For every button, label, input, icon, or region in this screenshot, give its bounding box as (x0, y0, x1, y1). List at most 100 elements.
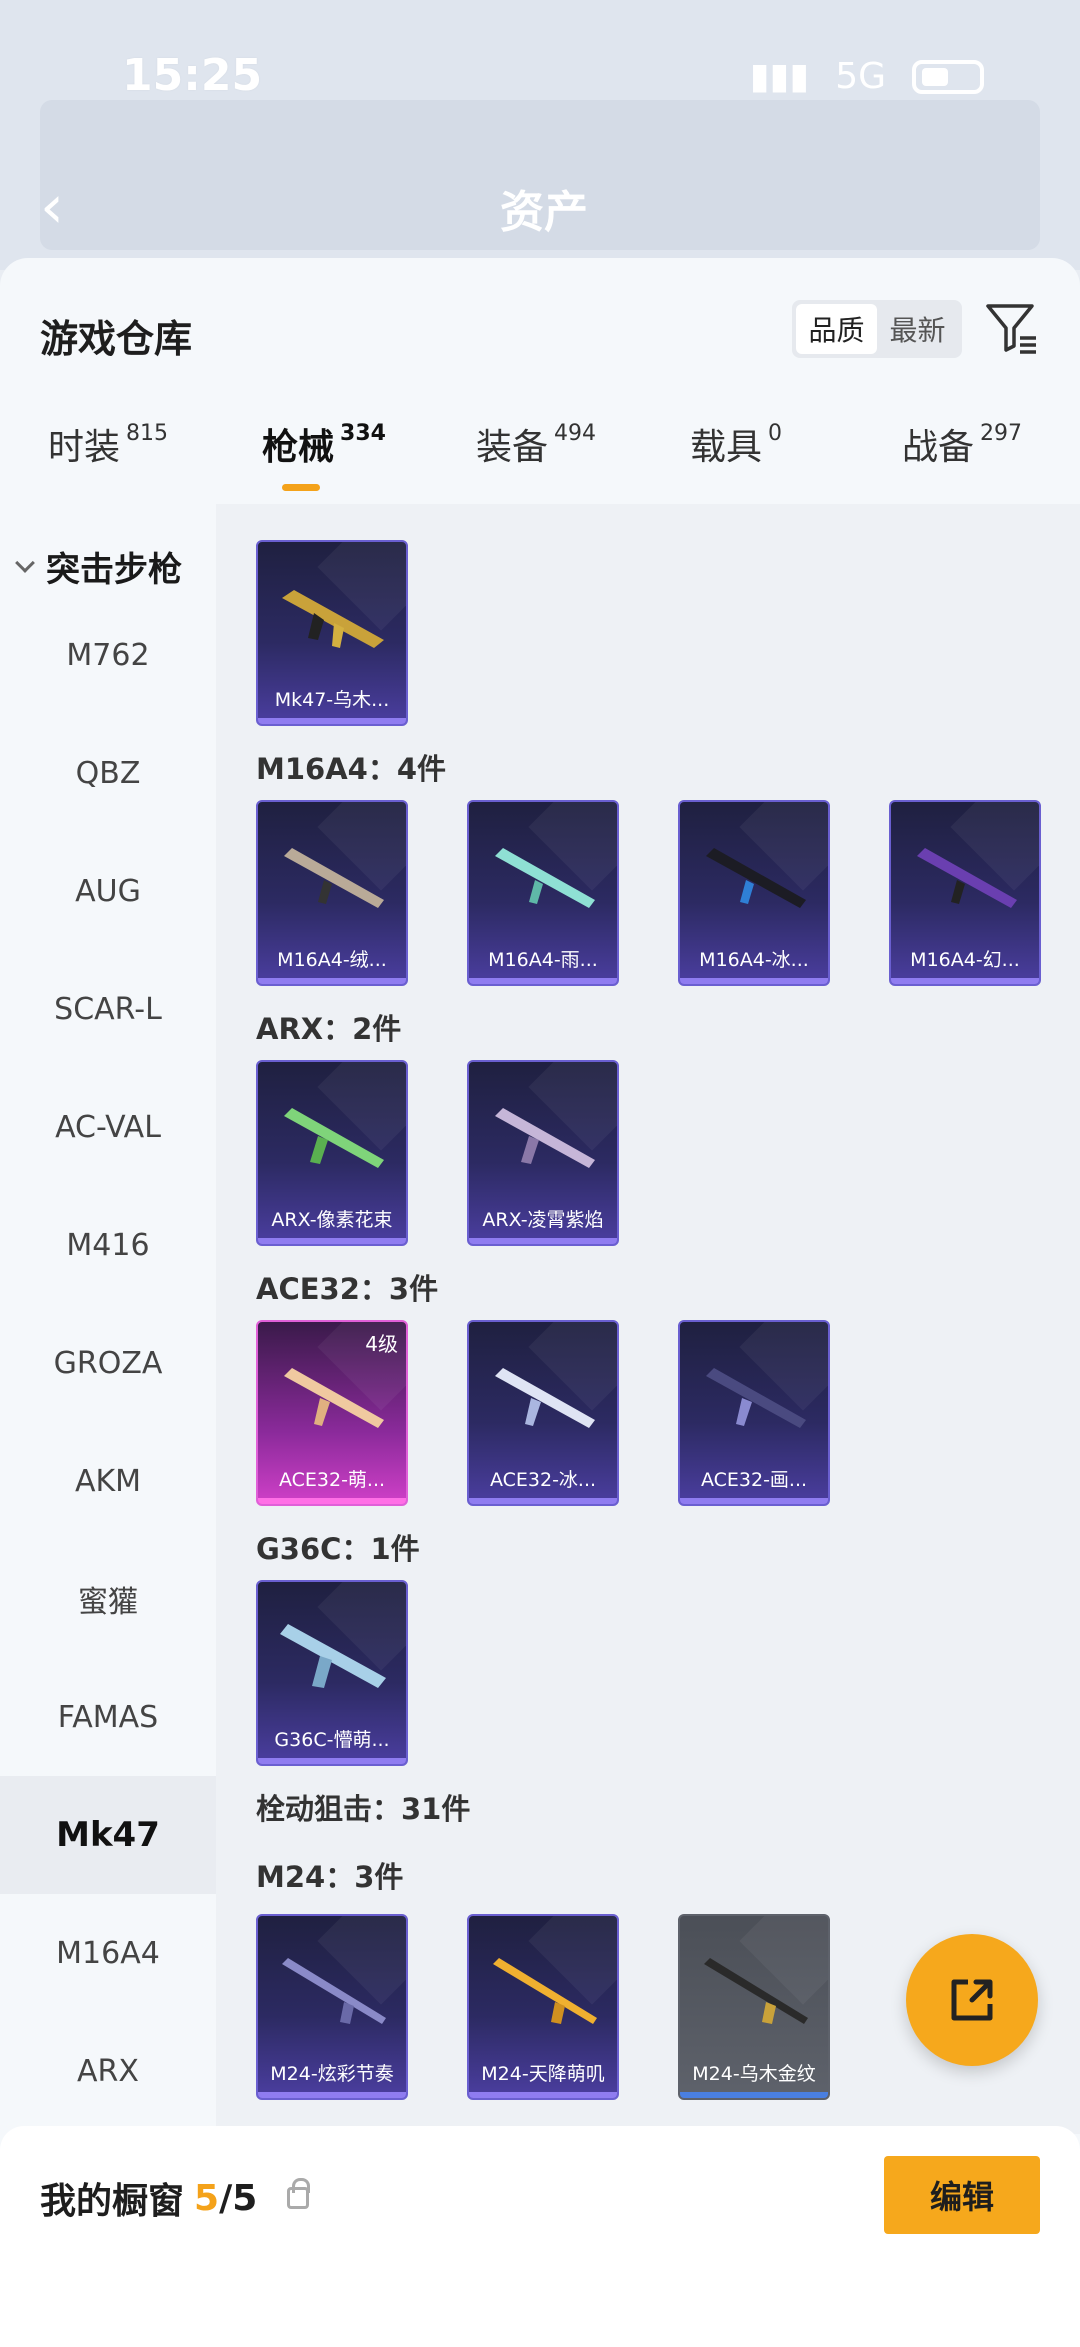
weapon-card[interactable]: 4级 ACE32-萌... (256, 1320, 408, 1506)
tab-indicator (282, 484, 320, 491)
sniper-rifle-icon (704, 1958, 808, 2024)
tab-count: 334 (340, 421, 386, 446)
lock-icon (287, 2178, 311, 2209)
group-label: 栓动狙击：31件 (256, 1792, 471, 1826)
weapon-name: G36C-懵萌... (274, 1729, 390, 1751)
rifle-icon (284, 848, 384, 908)
category-item-active[interactable]: Mk47 (0, 1776, 216, 1894)
weapon-category-list: 突击步枪 M762 QBZ AUG SCAR-L AC-VAL M416 GRO… (0, 504, 216, 2134)
quality-bar (258, 1238, 406, 1244)
quality-bar (469, 978, 617, 984)
category-header-label: 突击步枪 (46, 550, 182, 590)
category-item[interactable]: ARX (0, 2012, 216, 2130)
tab-vehicles[interactable]: 载具 0 (690, 418, 782, 470)
showcase-count: 5 (194, 2177, 220, 2219)
category-item[interactable]: QBZ (0, 714, 216, 832)
category-item[interactable]: M762 (0, 596, 216, 714)
quality-bar (258, 978, 406, 984)
weapon-name: M16A4-绒... (277, 949, 387, 971)
rifle-icon (282, 590, 384, 648)
tab-label: 时装 (48, 427, 121, 468)
weapon-card[interactable]: M24-天降萌叽 (467, 1914, 619, 2100)
showcase-title: 我的橱窗 5 /5 (40, 2172, 311, 2224)
weapon-name: ACE32-画... (700, 1469, 808, 1491)
category-header[interactable]: 突击步枪 (15, 542, 182, 591)
tab-label: 装备 (476, 427, 549, 468)
weapon-name: ARX-凌霄紫焰 (482, 1209, 604, 1231)
page-title: 资产 (500, 187, 588, 238)
edit-button[interactable]: 编辑 (884, 2156, 1040, 2234)
sort-quality-button[interactable]: 品质 (796, 304, 877, 354)
weapon-card[interactable]: M16A4-幻... (889, 800, 1041, 986)
weapon-card[interactable]: M16A4-冰... (678, 800, 830, 986)
weapon-card[interactable]: M16A4-雨... (467, 800, 619, 986)
category-item[interactable]: AKM (0, 1422, 216, 1540)
quality-bar (469, 2092, 617, 2098)
rifle-icon (284, 1108, 384, 1168)
sort-newest-button[interactable]: 最新 (877, 304, 958, 354)
tab-count: 0 (768, 421, 783, 446)
back-icon[interactable]: ‹ (40, 172, 64, 242)
group-label: M16A4：4件 (256, 752, 447, 786)
category-item[interactable]: AC-VAL (0, 1068, 216, 1186)
rifle-icon (495, 848, 595, 908)
status-icons: ▮▮▮ 5G (750, 56, 984, 97)
tab-count: 297 (980, 421, 1023, 446)
weapon-name: M16A4-雨... (488, 949, 598, 971)
tab-label: 战备 (902, 427, 975, 468)
weapon-card[interactable]: M24-炫彩节奏 (256, 1914, 408, 2100)
quality-bar (258, 718, 406, 724)
share-button[interactable] (906, 1934, 1038, 2066)
showcase-bar: 我的橱窗 5 /5 编辑 (0, 2126, 1080, 2347)
tab-battle-gear[interactable]: 战备 297 (902, 418, 1022, 470)
category-item[interactable]: FAMAS (0, 1658, 216, 1776)
quality-bar (258, 1498, 406, 1504)
sniper-rifle-icon (282, 1958, 386, 2024)
signal-icon: ▮▮▮ (749, 56, 810, 97)
category-item[interactable]: M16A4 (0, 1894, 216, 2012)
weapon-card[interactable]: ACE32-冰... (467, 1320, 619, 1506)
weapon-name: M16A4-幻... (910, 949, 1020, 971)
quality-bar (469, 1498, 617, 1504)
rifle-icon (917, 848, 1017, 908)
group-label: M24：3件 (256, 1860, 404, 1894)
quality-bar (680, 2092, 828, 2098)
category-item[interactable]: SCAR-L (0, 950, 216, 1068)
weapon-name: ACE32-冰... (489, 1469, 597, 1491)
weapon-card[interactable]: G36C-懵萌... (256, 1580, 408, 1766)
quality-bar (469, 1238, 617, 1244)
weapon-card[interactable]: Mk47-乌木... (256, 540, 408, 726)
quality-bar (680, 978, 828, 984)
category-item[interactable]: 蜜獾 (0, 1540, 216, 1658)
category-item[interactable]: M416 (0, 1186, 216, 1304)
quality-bar (680, 1498, 828, 1504)
tab-fashion[interactable]: 时装 815 (48, 418, 168, 470)
battery-icon (912, 59, 984, 94)
weapon-card[interactable]: ACE32-画... (678, 1320, 830, 1506)
share-icon (951, 1979, 993, 2021)
filter-icon[interactable] (984, 300, 1040, 356)
weapon-card[interactable]: ARX-像素花束 (256, 1060, 408, 1246)
rifle-icon (495, 1108, 595, 1168)
weapon-card[interactable]: ARX-凌霄紫焰 (467, 1060, 619, 1246)
showcase-label: 我的橱窗 (40, 2181, 185, 2222)
tab-label: 载具 (690, 427, 763, 468)
group-label: G36C：1件 (256, 1532, 420, 1566)
category-item[interactable]: AUG (0, 832, 216, 950)
category-item[interactable]: GROZA (0, 1304, 216, 1422)
chevron-down-icon (15, 552, 35, 573)
weapon-name: M24-炫彩节奏 (270, 2063, 394, 2085)
weapon-name: Mk47-乌木... (274, 689, 390, 711)
rifle-icon (280, 1624, 386, 1688)
weapon-card[interactable]: M24-乌木金纹 (678, 1914, 830, 2100)
sort-toggle: 品质 最新 (792, 300, 962, 358)
weapon-name: M24-乌木金纹 (692, 2063, 816, 2085)
tab-count: 494 (554, 421, 597, 446)
background-header: 15:25 ▮▮▮ 5G ‹ 资产 (0, 0, 1080, 270)
weapon-card[interactable]: M16A4-绒... (256, 800, 408, 986)
category-tabs: 时装 815 枪械 334 装备 494 载具 0 战备 297 (0, 418, 1080, 508)
tab-firearms[interactable]: 枪械 334 (262, 418, 386, 470)
network-label: 5G (835, 56, 886, 97)
tab-equipment[interactable]: 装备 494 (476, 418, 596, 470)
weapon-grid: Mk47-乌木... M16A4：4件 M16A4-绒... M16A4-雨..… (216, 504, 1080, 2134)
